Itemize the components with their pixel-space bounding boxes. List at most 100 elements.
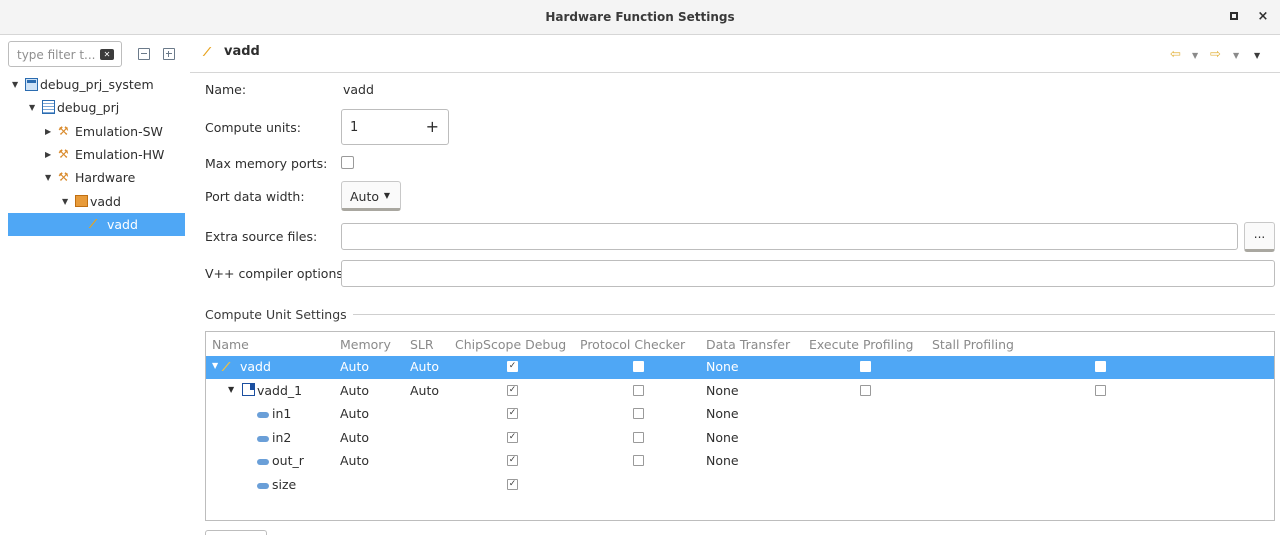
chipscope-checkbox[interactable]: ✓: [507, 385, 518, 396]
port-data-width-dropdown[interactable]: Auto ▼: [341, 181, 401, 211]
compute-unit-table: Name Memory SLR ChipScope Debug Protocol…: [205, 331, 1275, 521]
collapsed-arrow-icon[interactable]: ▶: [45, 127, 55, 136]
column-header-execute-profiling[interactable]: Execute Profiling: [809, 337, 913, 352]
column-header-chipscope[interactable]: ChipScope Debug: [455, 337, 566, 352]
column-header-slr[interactable]: SLR: [410, 337, 434, 352]
panel-header: ⁄ vadd ⇦ ▼ ⇨ ▼ ▼: [190, 35, 1280, 73]
tree-item-label: vadd: [107, 216, 138, 232]
row-slr[interactable]: Auto: [410, 359, 439, 374]
tree-item-debug-prj[interactable]: ▼ debug_prj: [29, 96, 119, 118]
row-data-transfer[interactable]: None: [706, 430, 739, 445]
restore-icon[interactable]: [1226, 9, 1242, 25]
bottom-button-partial[interactable]: [205, 530, 267, 535]
compute-units-value[interactable]: 1: [350, 120, 358, 135]
tree-item-label: debug_prj_system: [40, 76, 154, 92]
hammer-icon: ⚒: [58, 170, 69, 184]
clear-filter-icon[interactable]: ✕: [100, 49, 114, 60]
execute-profiling-checkbox[interactable]: [860, 361, 871, 372]
port-data-width-label: Port data width:: [205, 189, 305, 204]
compute-units-stepper[interactable]: 1 +: [341, 109, 449, 145]
close-icon[interactable]: ×: [1255, 9, 1271, 25]
function-icon: ⁄: [225, 359, 228, 374]
expanded-arrow-icon[interactable]: ▼: [29, 103, 39, 112]
row-memory[interactable]: Auto: [340, 406, 369, 421]
tree-item-debug-prj-system[interactable]: ▼ debug_prj_system: [12, 73, 154, 95]
chipscope-checkbox[interactable]: ✓: [507, 455, 518, 466]
chipscope-checkbox[interactable]: ✓: [507, 479, 518, 490]
tree-item-label: Emulation-HW: [75, 146, 165, 162]
max-memory-ports-checkbox[interactable]: [341, 156, 354, 169]
collapsed-arrow-icon[interactable]: ▶: [45, 150, 55, 159]
group-divider: [205, 314, 1275, 315]
function-icon: ⁄: [206, 44, 209, 59]
hammer-icon: ⚒: [58, 147, 69, 161]
tree-item-label: Hardware: [75, 169, 136, 185]
column-header-memory[interactable]: Memory: [340, 337, 391, 352]
expanded-arrow-icon[interactable]: ▼: [12, 80, 22, 89]
port-icon: [257, 477, 272, 492]
chipscope-checkbox[interactable]: ✓: [507, 408, 518, 419]
function-icon: ⁄: [92, 217, 95, 231]
row-name: in2: [272, 430, 292, 445]
increment-icon[interactable]: +: [426, 117, 439, 136]
back-history-dropdown-icon[interactable]: ▼: [1192, 51, 1198, 60]
tree-item-vadd-function[interactable]: ⁄ vadd: [92, 213, 138, 235]
tree-item-label: vadd: [90, 193, 121, 209]
chevron-down-icon: ▼: [383, 191, 390, 200]
title-bar: Hardware Function Settings ×: [0, 0, 1280, 35]
view-menu-icon[interactable]: ▼: [1254, 51, 1260, 60]
expanded-arrow-icon[interactable]: ▼: [228, 385, 234, 394]
extra-source-files-label: Extra source files:: [205, 229, 318, 244]
tree-item-emulation-sw[interactable]: ▶ ⚒ Emulation-SW: [45, 120, 163, 142]
expanded-arrow-icon[interactable]: ▼: [212, 361, 218, 370]
chipscope-checkbox[interactable]: ✓: [507, 361, 518, 372]
protocol-checker-checkbox[interactable]: [633, 432, 644, 443]
filter-input[interactable]: type filter t... ✕: [8, 41, 122, 67]
column-header-protocol-checker[interactable]: Protocol Checker: [580, 337, 685, 352]
hammer-icon: ⚒: [58, 124, 69, 138]
protocol-checker-checkbox[interactable]: [633, 408, 644, 419]
window-title: Hardware Function Settings: [545, 10, 735, 24]
tree-item-hardware[interactable]: ▼ ⚒ Hardware: [45, 166, 135, 188]
column-header-data-transfer[interactable]: Data Transfer: [706, 337, 790, 352]
name-label: Name:: [205, 82, 247, 97]
row-name: size: [272, 477, 297, 492]
column-header-name[interactable]: Name: [212, 337, 249, 352]
expand-all-icon[interactable]: [163, 48, 175, 60]
protocol-checker-checkbox[interactable]: [633, 385, 644, 396]
row-data-transfer[interactable]: None: [706, 359, 739, 374]
column-header-stall-profiling[interactable]: Stall Profiling: [932, 337, 1014, 352]
row-slr[interactable]: Auto: [410, 383, 439, 398]
extra-source-files-field[interactable]: [341, 223, 1238, 250]
forward-history-dropdown-icon[interactable]: ▼: [1233, 51, 1239, 60]
execute-profiling-checkbox[interactable]: [860, 385, 871, 396]
row-data-transfer[interactable]: None: [706, 383, 739, 398]
protocol-checker-checkbox[interactable]: [633, 455, 644, 466]
stall-profiling-checkbox[interactable]: [1095, 361, 1106, 372]
row-memory[interactable]: Auto: [340, 453, 369, 468]
row-memory[interactable]: Auto: [340, 359, 369, 374]
function-heading: ⁄ vadd: [206, 44, 260, 59]
expanded-arrow-icon[interactable]: ▼: [62, 197, 72, 206]
collapse-all-icon[interactable]: [138, 48, 150, 60]
tree-item-emulation-hw[interactable]: ▶ ⚒ Emulation-HW: [45, 143, 164, 165]
chipscope-checkbox[interactable]: ✓: [507, 432, 518, 443]
browse-button[interactable]: ...: [1244, 222, 1275, 252]
back-arrow-icon[interactable]: ⇦: [1170, 47, 1181, 62]
expanded-arrow-icon[interactable]: ▼: [45, 173, 55, 182]
filter-placeholder: type filter t...: [17, 48, 96, 62]
settings-panel: ⁄ vadd ⇦ ▼ ⇨ ▼ ▼ Name: vadd Compute unit…: [190, 35, 1280, 535]
tree-item-label: debug_prj: [57, 99, 120, 115]
row-memory[interactable]: Auto: [340, 430, 369, 445]
tree-item-label: Emulation-SW: [75, 123, 163, 139]
row-data-transfer[interactable]: None: [706, 453, 739, 468]
system-project-icon: [25, 77, 38, 91]
protocol-checker-checkbox[interactable]: [633, 361, 644, 372]
port-icon: [257, 406, 272, 421]
forward-arrow-icon[interactable]: ⇨: [1210, 47, 1221, 62]
tree-item-vadd-accelerator[interactable]: ▼ vadd: [62, 190, 121, 212]
row-data-transfer[interactable]: None: [706, 406, 739, 421]
vpp-compiler-options-field[interactable]: [341, 260, 1275, 287]
row-memory[interactable]: Auto: [340, 383, 369, 398]
stall-profiling-checkbox[interactable]: [1095, 385, 1106, 396]
